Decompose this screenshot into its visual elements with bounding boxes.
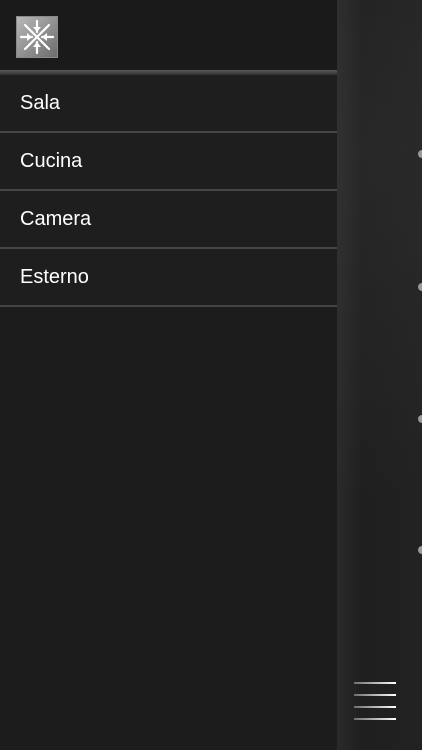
side-drawer: Sala Cucina Camera Esterno (0, 0, 337, 750)
edge-indicator (418, 546, 422, 554)
hamburger-menu-icon[interactable] (354, 682, 396, 720)
menu-item-label: Esterno (20, 265, 89, 288)
edge-indicator (418, 415, 422, 423)
menu-item-label: Camera (20, 207, 92, 230)
main-content-edge (337, 0, 422, 750)
menu-item-cucina[interactable]: Cucina (0, 133, 337, 191)
snowflake-arrows-icon[interactable] (16, 16, 58, 58)
menu-item-label: Cucina (20, 149, 83, 172)
edge-indicator (418, 283, 422, 291)
menu-item-esterno[interactable]: Esterno (0, 249, 337, 307)
menu-item-label: Sala (20, 91, 61, 114)
menu-item-sala[interactable]: Sala (0, 75, 337, 133)
drawer-header (0, 0, 337, 70)
menu-item-camera[interactable]: Camera (0, 191, 337, 249)
edge-indicator (418, 150, 422, 158)
